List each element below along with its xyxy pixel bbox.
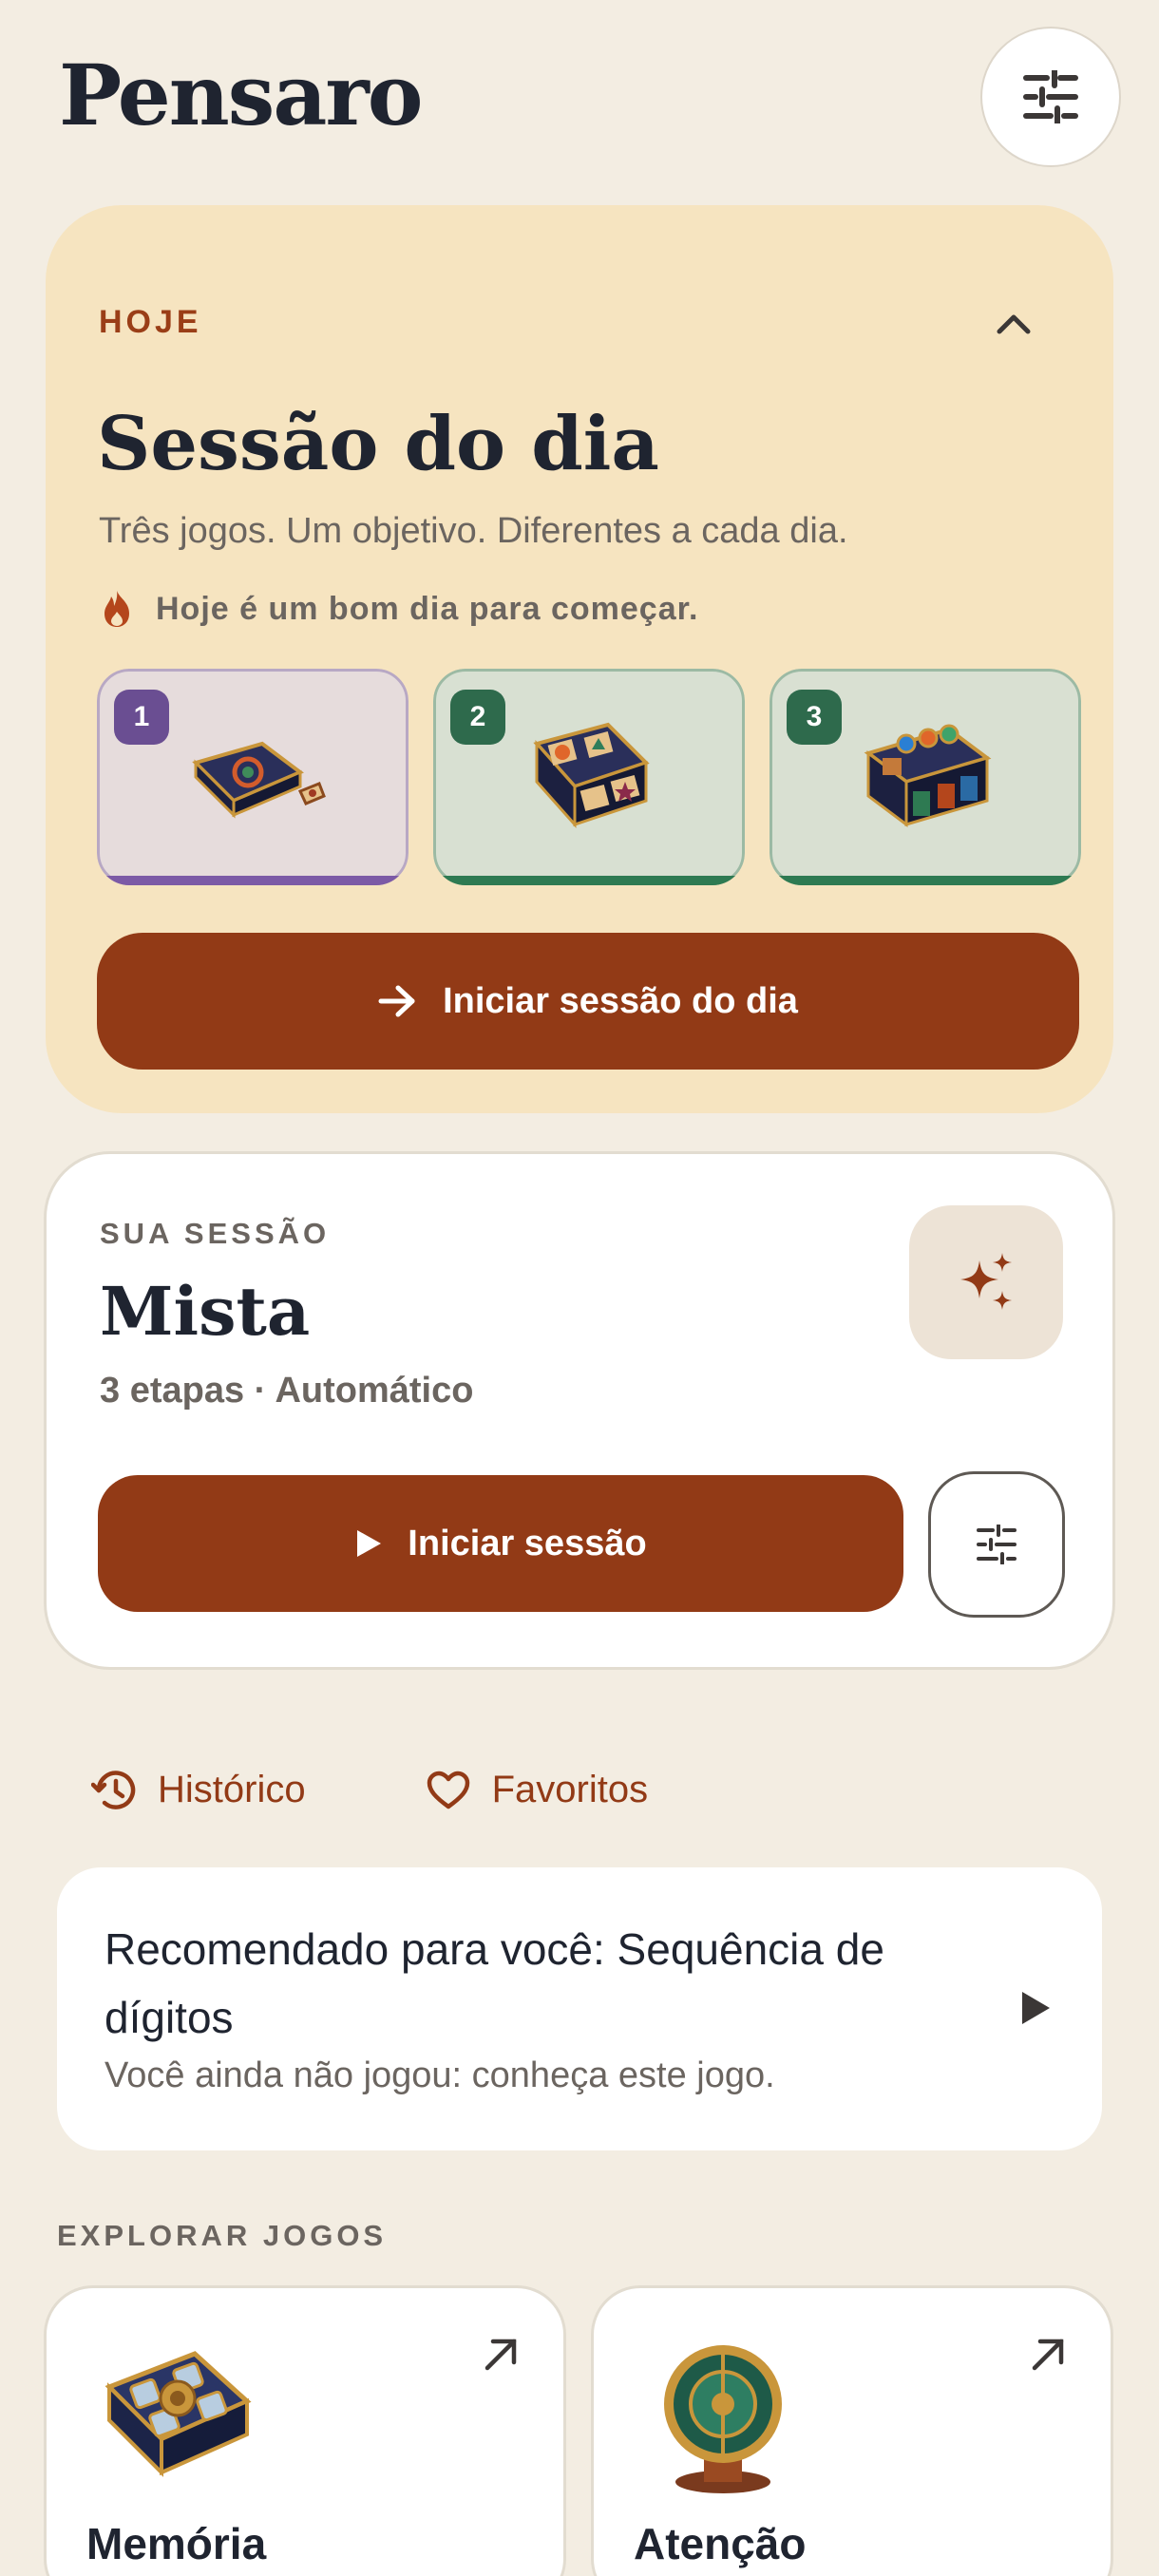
favorites-label: Favoritos bbox=[491, 1769, 649, 1810]
history-link[interactable]: Histórico bbox=[91, 1769, 306, 1811]
start-session-button[interactable]: Iniciar sessão bbox=[98, 1475, 903, 1612]
game-tile-1[interactable]: 1 bbox=[97, 669, 408, 885]
play-icon bbox=[1022, 1992, 1050, 2024]
daily-hint: Hoje é um bom dia para começar. bbox=[99, 589, 698, 629]
play-icon bbox=[357, 1530, 382, 1557]
start-daily-session-label: Iniciar sessão do dia bbox=[443, 980, 798, 1021]
sorting-box-image bbox=[864, 724, 992, 827]
daily-session-card: HOJE Sessão do dia Três jogos. Um objeti… bbox=[46, 205, 1113, 1113]
sparkle-badge bbox=[909, 1205, 1063, 1359]
explore-card-name: Memória bbox=[86, 2519, 267, 2568]
heart-icon bbox=[427, 1771, 469, 1809]
arrow-up-right-icon bbox=[484, 2339, 517, 2371]
recommendation-title: Recomendado para você: Sequência de dígi… bbox=[104, 1924, 884, 2042]
history-icon bbox=[91, 1770, 136, 1809]
tile-number-badge: 1 bbox=[114, 690, 169, 745]
game-tile-2[interactable]: 2 bbox=[433, 669, 745, 885]
memory-game-image bbox=[104, 2351, 252, 2477]
chevron-up-icon bbox=[997, 314, 1031, 334]
filter-settings-button[interactable] bbox=[980, 27, 1121, 167]
tile-number-badge: 2 bbox=[450, 690, 505, 745]
attention-game-image bbox=[664, 2345, 782, 2493]
daily-tag: HOJE bbox=[99, 304, 202, 340]
recommendation-subtitle: Você ainda não jogou: conheça este jogo. bbox=[104, 2055, 775, 2095]
explore-card-name: Atenção bbox=[634, 2519, 807, 2568]
explore-card-memory[interactable]: Memória bbox=[44, 2285, 566, 2576]
sliders-icon bbox=[977, 1525, 1016, 1564]
tile-board-image bbox=[533, 722, 650, 828]
flame-icon bbox=[104, 591, 129, 627]
daily-title: Sessão do dia bbox=[97, 401, 659, 487]
arrow-up-right-icon bbox=[1032, 2339, 1064, 2371]
game-tile-3[interactable]: 3 bbox=[770, 669, 1081, 885]
game-tiles: 1 2 3 bbox=[97, 669, 1125, 889]
session-meta: 3 etapas · Automático bbox=[100, 1371, 474, 1411]
puzzle-board-image bbox=[192, 741, 326, 819]
session-tag: SUA SESSÃO bbox=[100, 1217, 331, 1250]
quick-links: Histórico Favoritos bbox=[91, 1769, 648, 1811]
sliders-icon bbox=[1023, 70, 1078, 123]
favorites-link[interactable]: Favoritos bbox=[426, 1769, 649, 1811]
start-session-label: Iniciar sessão bbox=[408, 1523, 647, 1563]
session-title: Mista bbox=[100, 1272, 311, 1351]
recommendation-card[interactable]: Recomendado para você: Sequência de dígi… bbox=[57, 1867, 1102, 2150]
daily-hint-text: Hoje é um bom dia para começar. bbox=[156, 590, 699, 627]
explore-card-attention[interactable]: Atenção bbox=[591, 2285, 1113, 2576]
start-daily-session-button[interactable]: Iniciar sessão do dia bbox=[97, 933, 1079, 1070]
arrow-right-icon bbox=[378, 985, 415, 1017]
explore-games-tag: EXPLORAR JOGOS bbox=[57, 2219, 388, 2252]
app-title: Pensaro bbox=[59, 46, 423, 144]
history-label: Histórico bbox=[158, 1769, 306, 1810]
your-session-card: SUA SESSÃO Mista 3 etapas · Automático I… bbox=[44, 1151, 1115, 1670]
daily-subtitle: Três jogos. Um objetivo. Diferentes a ca… bbox=[99, 511, 848, 551]
collapse-button[interactable] bbox=[990, 300, 1037, 348]
recommendation-play-button[interactable] bbox=[1007, 1979, 1064, 2036]
sparkles-icon bbox=[960, 1253, 1012, 1310]
tile-number-badge: 3 bbox=[787, 690, 842, 745]
session-settings-button[interactable] bbox=[928, 1471, 1065, 1618]
